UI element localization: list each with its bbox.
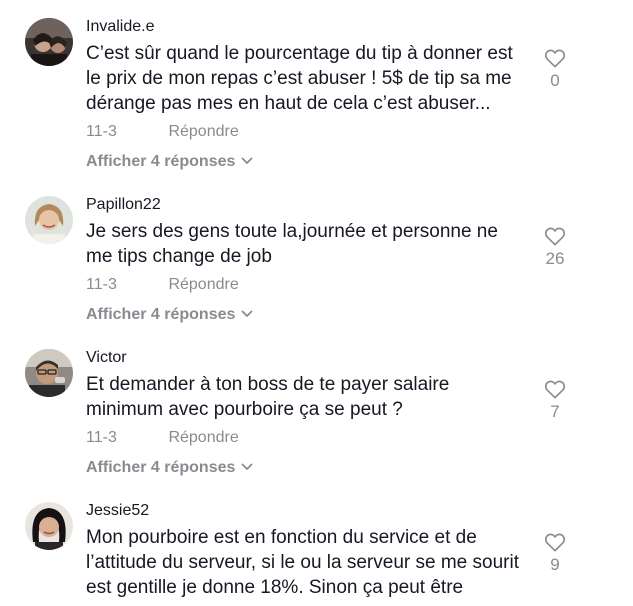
avatar[interactable] bbox=[25, 18, 73, 66]
view-replies-label: Afficher 4 réponses bbox=[86, 306, 236, 323]
comment-username[interactable]: Papillon22 bbox=[86, 196, 161, 214]
reply-button[interactable]: Répondre bbox=[168, 429, 238, 446]
comment-text: Mon pourboire est en fonction du service… bbox=[86, 525, 526, 600]
avatar-image bbox=[25, 196, 73, 244]
comment-list: Invalide.e C’est sûr quand le pourcentag… bbox=[0, 0, 633, 606]
comment-text-line: Mon pourboire est en fonction du service… bbox=[86, 527, 477, 548]
like-count: 9 bbox=[550, 555, 560, 574]
avatar-image bbox=[25, 349, 73, 397]
comment-meta: 11-3 Répondre bbox=[86, 123, 239, 141]
chevron-down-icon bbox=[241, 463, 253, 470]
comment-text-line: est gentille je donne 18%. Sinon ça peut… bbox=[86, 577, 464, 598]
like-count: 26 bbox=[545, 249, 565, 268]
comment-text: C’est sûr quand le pourcentage du tip à … bbox=[86, 41, 526, 116]
reply-button[interactable]: Répondre bbox=[168, 123, 238, 140]
reply-button[interactable]: Répondre bbox=[168, 276, 238, 293]
like-button[interactable]: 26 bbox=[535, 226, 575, 269]
avatar-image bbox=[25, 18, 73, 66]
comment-username[interactable]: Jessie52 bbox=[86, 502, 149, 520]
avatar[interactable] bbox=[25, 502, 73, 550]
like-button[interactable]: 7 bbox=[535, 379, 575, 422]
comment-date: 11-3 bbox=[86, 276, 117, 293]
comment-username[interactable]: Invalide.e bbox=[86, 18, 155, 36]
comment-meta: 11-3 Répondre bbox=[86, 429, 239, 447]
heart-outline-icon bbox=[544, 227, 566, 246]
avatar[interactable] bbox=[25, 349, 73, 397]
heart-outline-icon bbox=[544, 380, 566, 399]
avatar-image bbox=[25, 502, 73, 550]
view-replies-label: Afficher 4 réponses bbox=[86, 459, 236, 476]
view-replies-label: Afficher 4 réponses bbox=[86, 153, 236, 170]
view-replies-button[interactable]: Afficher 4 réponses bbox=[86, 459, 253, 477]
comment-text: Je sers des gens toute la,journée et per… bbox=[86, 219, 526, 269]
view-replies-button[interactable]: Afficher 4 réponses bbox=[86, 153, 253, 171]
heart-outline-icon bbox=[544, 49, 566, 68]
like-count: 0 bbox=[550, 71, 560, 90]
chevron-down-icon bbox=[241, 157, 253, 164]
like-count: 7 bbox=[550, 402, 560, 421]
comment-date: 11-3 bbox=[86, 123, 117, 140]
comment-meta: 11-3 Répondre bbox=[86, 276, 239, 294]
avatar[interactable] bbox=[25, 196, 73, 244]
like-button[interactable]: 0 bbox=[535, 48, 575, 91]
like-button[interactable]: 9 bbox=[535, 532, 575, 575]
comment-text: Et demander à ton boss de te payer salai… bbox=[86, 372, 526, 422]
chevron-down-icon bbox=[241, 310, 253, 317]
comment-text-line: me tips change de job bbox=[86, 246, 272, 267]
comment-text-line: l’attitude du serveur, si le ou la serve… bbox=[86, 552, 519, 573]
comment-text-line: le prix de mon repas c’est abuser ! 5$ d… bbox=[86, 68, 512, 89]
comment-text-line: dérange pas mes en haut de cela c’est ab… bbox=[86, 93, 491, 114]
view-replies-button[interactable]: Afficher 4 réponses bbox=[86, 306, 253, 324]
comment-text-line: Je sers des gens toute la,journée et per… bbox=[86, 221, 498, 242]
heart-outline-icon bbox=[544, 533, 566, 552]
comment-text-line: Et demander à ton boss de te payer salai… bbox=[86, 374, 450, 395]
comment-date: 11-3 bbox=[86, 429, 117, 446]
comment-text-line: minimum avec pourboire ça se peut ? bbox=[86, 399, 403, 420]
comment-username[interactable]: Victor bbox=[86, 349, 127, 367]
comment-text-line: C’est sûr quand le pourcentage du tip à … bbox=[86, 43, 513, 64]
